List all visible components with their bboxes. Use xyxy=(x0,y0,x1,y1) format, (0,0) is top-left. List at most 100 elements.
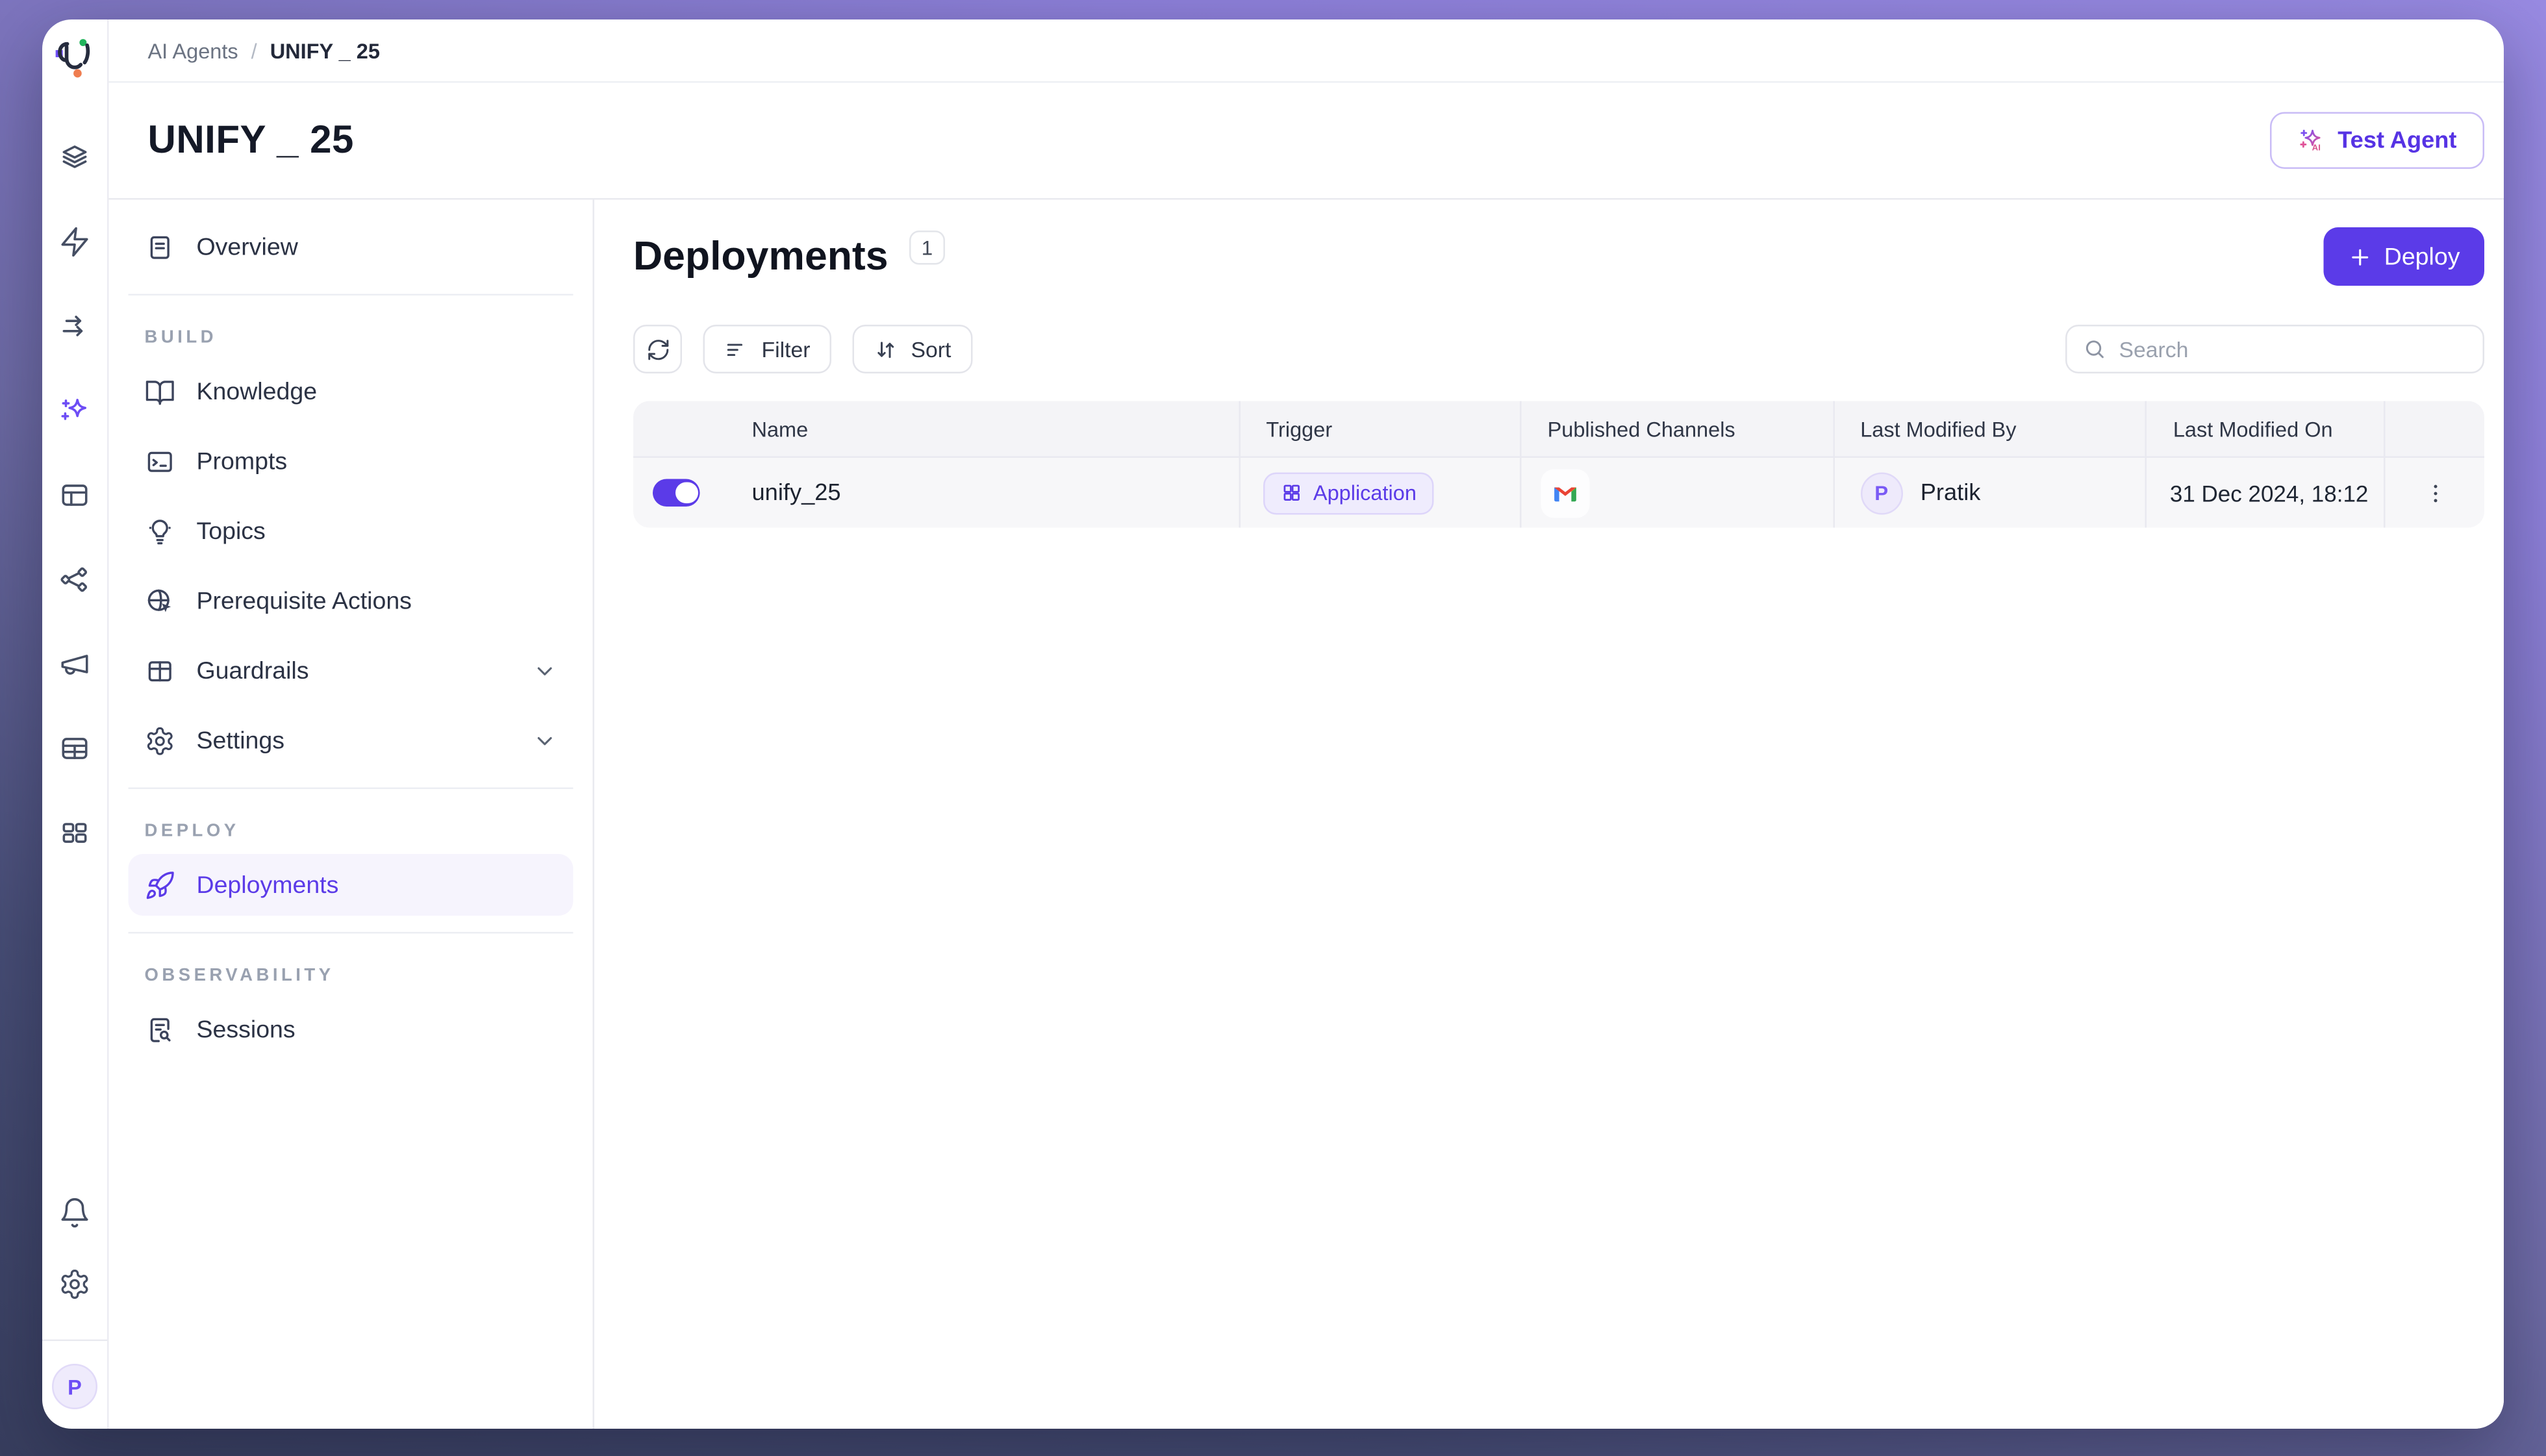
document-icon xyxy=(145,231,176,262)
rail-bottom: P xyxy=(42,1197,107,1410)
screenshot-stage: P AI Agents / UNIFY _ 25 UNIFY _ 25 xyxy=(0,0,2546,1456)
terminal-icon xyxy=(145,446,176,477)
megaphone-icon[interactable] xyxy=(58,648,91,681)
ai-star-icon: AI xyxy=(2297,127,2325,155)
sidebar-item-settings[interactable]: Settings xyxy=(129,710,573,772)
apps-grid-icon[interactable] xyxy=(58,817,91,849)
sidebar-item-sessions[interactable]: Sessions xyxy=(129,999,573,1061)
gear-icon xyxy=(145,725,176,756)
column-header-last-modified-on: Last Modified On xyxy=(2145,401,2384,457)
breadcrumb: AI Agents / UNIFY _ 25 xyxy=(109,19,2504,83)
deployments-heading: Deployments xyxy=(633,233,888,281)
sidebar-item-knowledge[interactable]: Knowledge xyxy=(129,360,573,422)
body-row: Overview BUILD Knowledge xyxy=(109,200,2504,1429)
modifier-name: Pratik xyxy=(1921,480,1981,506)
user-avatar[interactable]: P xyxy=(52,1364,97,1409)
table-header-row: Name Trigger Published Channels Last Mod… xyxy=(633,401,2484,458)
sidebar-divider xyxy=(129,788,573,790)
sidebar-item-label: Knowledge xyxy=(197,377,318,405)
row-actions-cell xyxy=(2384,458,2484,528)
sidebar-item-label: Sessions xyxy=(197,1016,296,1044)
deployment-name: unify_25 xyxy=(752,480,841,506)
sidebar-item-prerequisite-actions[interactable]: Prerequisite Actions xyxy=(129,570,573,632)
chevron-down-icon xyxy=(533,728,557,753)
column-header-actions xyxy=(2384,401,2484,457)
breadcrumb-parent[interactable]: AI Agents xyxy=(148,38,238,63)
search-icon xyxy=(2084,338,2106,360)
table-icon[interactable] xyxy=(58,733,91,765)
filter-button[interactable]: Filter xyxy=(703,325,832,373)
refresh-button[interactable] xyxy=(633,325,682,373)
ai-sparkles-icon[interactable] xyxy=(58,395,91,427)
trigger-cell: Application xyxy=(1239,458,1520,528)
grid-table-icon xyxy=(145,655,176,686)
title-bar: UNIFY _ 25 AI Test Agent xyxy=(109,83,2504,200)
breadcrumb-separator: / xyxy=(251,38,257,63)
bell-icon[interactable] xyxy=(58,1197,91,1229)
sort-arrows-icon xyxy=(874,337,898,362)
gear-icon[interactable] xyxy=(58,1268,91,1301)
sort-button[interactable]: Sort xyxy=(853,325,972,373)
refresh-icon xyxy=(646,337,670,362)
sidebar-item-label: Prerequisite Actions xyxy=(197,587,412,615)
section-label-observability: OBSERVABILITY xyxy=(129,950,573,999)
deploy-button[interactable]: Deploy xyxy=(2324,227,2484,286)
rocket-icon xyxy=(145,870,176,901)
svg-text:AI: AI xyxy=(2312,142,2320,152)
app-logo-icon[interactable] xyxy=(53,36,97,80)
sidebar-item-label: Deployments xyxy=(197,871,339,899)
sidebar-item-overview[interactable]: Overview xyxy=(129,216,573,278)
section-label-deploy: DEPLOY xyxy=(129,805,573,854)
filter-lines-icon xyxy=(724,337,749,362)
share-nodes-icon[interactable] xyxy=(58,564,91,596)
book-icon xyxy=(145,376,176,407)
document-search-icon xyxy=(145,1014,176,1045)
sort-label: Sort xyxy=(911,337,952,362)
column-header-name: Name xyxy=(633,401,1239,457)
trigger-label: Application xyxy=(1313,481,1417,505)
panel-layout-icon[interactable] xyxy=(58,479,91,512)
main-content: Deployments 1 Deploy xyxy=(594,200,2504,1429)
deployments-table: Name Trigger Published Channels Last Mod… xyxy=(633,401,2484,528)
published-channels-cell xyxy=(1520,458,1833,528)
lightbulb-icon xyxy=(145,516,176,547)
section-label-build: BUILD xyxy=(129,312,573,360)
sidebar-item-topics[interactable]: Topics xyxy=(129,500,573,562)
last-modified-by-cell: P Pratik xyxy=(1833,458,2146,528)
deploy-label: Deploy xyxy=(2384,243,2460,271)
kebab-menu-button[interactable] xyxy=(2414,471,2456,514)
deployment-enabled-toggle[interactable] xyxy=(653,479,700,507)
zap-icon[interactable] xyxy=(58,226,91,258)
globe-pointer-icon xyxy=(145,585,176,616)
right-pane: AI Agents / UNIFY _ 25 UNIFY _ 25 AI xyxy=(109,19,2504,1429)
sidebar-item-label: Guardrails xyxy=(197,657,309,684)
last-modified-on-cell: 31 Dec 2024, 18:12 xyxy=(2145,458,2384,528)
column-header-trigger: Trigger xyxy=(1239,401,1520,457)
rail-divider xyxy=(42,1340,107,1342)
filter-label: Filter xyxy=(762,337,811,362)
app-window: P AI Agents / UNIFY _ 25 UNIFY _ 25 xyxy=(42,19,2504,1429)
deployments-count-badge: 1 xyxy=(909,231,945,265)
modifier-avatar: P xyxy=(1860,471,1902,514)
search-input[interactable] xyxy=(2119,337,2467,362)
trigger-chip[interactable]: Application xyxy=(1263,471,1434,514)
build-group: Knowledge Prompts xyxy=(129,360,573,772)
sidebar-item-label: Overview xyxy=(197,233,298,261)
sidebar-item-label: Settings xyxy=(197,727,285,755)
search-box xyxy=(2065,325,2484,373)
sidebar-divider xyxy=(129,294,573,296)
heading-row: Deployments 1 Deploy xyxy=(633,227,2484,286)
sidebar-item-guardrails[interactable]: Guardrails xyxy=(129,640,573,701)
gmail-icon xyxy=(1551,478,1580,507)
layers-icon[interactable] xyxy=(58,142,91,174)
app-grid-icon xyxy=(1281,483,1302,504)
arrows-right-icon[interactable] xyxy=(58,310,91,343)
icon-rail: P xyxy=(42,19,109,1429)
plus-icon xyxy=(2349,244,2373,269)
gmail-channel-chip[interactable] xyxy=(1541,468,1590,517)
test-agent-button[interactable]: AI Test Agent xyxy=(2269,112,2484,169)
sidebar-item-prompts[interactable]: Prompts xyxy=(129,431,573,492)
agent-sidebar: Overview BUILD Knowledge xyxy=(109,200,595,1429)
sidebar-item-deployments[interactable]: Deployments xyxy=(129,854,573,916)
name-cell: unify_25 xyxy=(633,458,1239,528)
